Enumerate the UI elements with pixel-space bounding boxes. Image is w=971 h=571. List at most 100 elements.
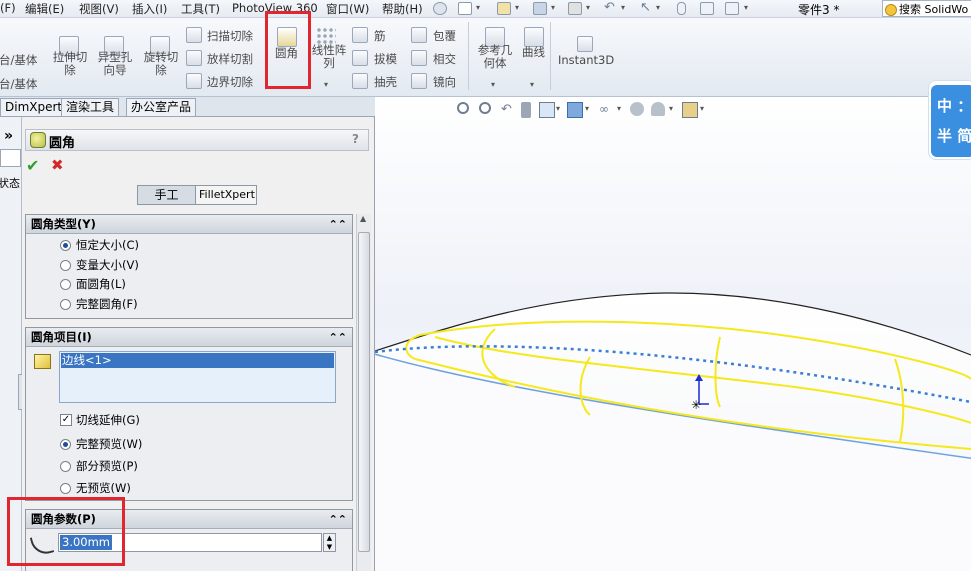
menu-edit[interactable]: 编辑(E) xyxy=(25,1,64,17)
menu-bar: (F) 编辑(E) 视图(V) 插入(I) 工具(T) PhotoView 36… xyxy=(0,0,971,18)
radio-icon[interactable] xyxy=(60,299,71,310)
chevron-down-icon[interactable]: ▾ xyxy=(324,80,328,89)
search-input[interactable]: 搜索 SolidWo xyxy=(882,0,971,17)
menu-help[interactable]: 帮助(H) xyxy=(382,1,423,17)
draft-icon[interactable] xyxy=(352,50,368,66)
menu-tools[interactable]: 工具(T) xyxy=(181,1,220,17)
instant3d-button[interactable]: Instant3D xyxy=(558,53,614,67)
open-folder-icon[interactable] xyxy=(497,2,511,15)
extrude-cut-button[interactable]: 拉伸切 除 xyxy=(51,51,89,77)
menu-insert[interactable]: 插入(I) xyxy=(132,1,167,17)
menu-view[interactable]: 视图(V) xyxy=(79,1,119,17)
hole-wizard-button[interactable]: 异型孔 向导 xyxy=(95,51,135,77)
ok-button[interactable]: ✔ xyxy=(26,156,39,175)
edge-selection-icon xyxy=(34,354,51,369)
fillet-icon xyxy=(30,132,46,148)
chevron-down-icon[interactable]: ▾ xyxy=(491,80,495,89)
shell-icon[interactable] xyxy=(352,73,368,89)
file-properties-icon[interactable] xyxy=(700,2,714,15)
expand-panel-button[interactable]: » xyxy=(4,128,13,144)
list-item[interactable]: 边线<1> xyxy=(61,353,334,368)
graphics-viewport[interactable]: ↶ ▾ ▾ ∞ ▾ ▾ ▾ ✳ xyxy=(375,97,971,571)
checkmark-icon[interactable]: ✓ xyxy=(60,414,72,426)
lofted-cut-icon[interactable] xyxy=(186,50,202,66)
curves-button[interactable]: 曲线 xyxy=(522,44,545,60)
boss-base-label[interactable]: 台/基体 xyxy=(0,52,37,68)
save-icon[interactable] xyxy=(533,2,547,15)
chevron-down-icon[interactable]: ▾ xyxy=(744,3,748,12)
radio-icon[interactable] xyxy=(60,279,71,290)
rib-button[interactable]: 筋 xyxy=(374,28,386,44)
shell-button[interactable]: 抽壳 xyxy=(374,74,397,90)
fillet-property-manager: 圆角 ? ✔ ✖ 手工 FilletXpert 圆角类型(Y) ⌃⌃ 恒定大小(C… xyxy=(7,117,375,571)
ime-widget-body: 中 ： 半 简 xyxy=(931,85,971,157)
chevron-down-icon[interactable]: ▾ xyxy=(476,3,480,12)
menu-file[interactable]: (F) xyxy=(0,1,16,15)
ime-widget[interactable]: 中 ： 半 简 xyxy=(928,80,971,160)
ime-line-1: 中 ： xyxy=(937,97,971,115)
tab-dimxpert[interactable]: DimXpert xyxy=(0,98,68,116)
collapse-icon[interactable]: ⌃⌃ xyxy=(329,511,347,529)
part-model[interactable]: ✳ xyxy=(375,97,971,571)
collapse-icon[interactable]: ⌃⌃ xyxy=(329,216,347,234)
revolve-cut-button[interactable]: 旋转切 除 xyxy=(141,51,181,77)
intersect-icon[interactable] xyxy=(411,50,427,66)
fillet-items-group: 圆角项目(I) ⌃⌃ 边线<1> ✓ 切线延伸(G) 完整预览(W) 部分预览(P)… xyxy=(25,327,353,501)
pm-scrollbar[interactable]: ▲ xyxy=(356,214,371,571)
reference-geometry-button[interactable]: 参考几 何体 xyxy=(475,44,515,70)
pin-icon[interactable] xyxy=(433,2,447,15)
rebuild-icon[interactable] xyxy=(677,2,686,15)
rib-icon[interactable] xyxy=(352,27,368,43)
radio-icon[interactable] xyxy=(60,260,71,271)
chevron-down-icon[interactable]: ▾ xyxy=(656,3,660,12)
radio-icon[interactable] xyxy=(60,439,71,450)
pm-title: 圆角 xyxy=(49,136,76,151)
intersect-button[interactable]: 相交 xyxy=(433,51,456,67)
ribbon-divider xyxy=(550,22,551,90)
chevron-down-icon[interactable]: ▾ xyxy=(530,80,534,89)
chevron-down-icon[interactable]: ▾ xyxy=(586,3,590,12)
radio-icon[interactable] xyxy=(60,240,71,251)
boundary-cut-button[interactable]: 边界切除 xyxy=(207,74,253,90)
cancel-button[interactable]: ✖ xyxy=(51,156,64,174)
linear-pattern-button[interactable]: 线性阵 列 xyxy=(311,44,347,70)
print-icon[interactable] xyxy=(568,2,582,15)
options-icon[interactable] xyxy=(725,2,739,15)
swept-cut-icon[interactable] xyxy=(186,27,202,43)
undo-icon[interactable]: ↶ xyxy=(604,0,618,15)
draft-button[interactable]: 拔模 xyxy=(374,51,397,67)
edge-selection-list[interactable]: 边线<1> xyxy=(59,351,336,403)
radio-icon[interactable] xyxy=(60,461,71,472)
radio-icon[interactable] xyxy=(60,483,71,494)
collapse-icon[interactable]: ⌃⌃ xyxy=(329,329,347,347)
fillet-type-header[interactable]: 圆角类型(Y) ⌃⌃ xyxy=(26,215,352,234)
chevron-down-icon[interactable]: ▾ xyxy=(551,3,555,12)
scroll-up-icon[interactable]: ▲ xyxy=(360,214,366,223)
help-icon[interactable]: ? xyxy=(352,132,359,146)
tab-filletxpert[interactable]: FilletXpert xyxy=(199,186,255,204)
origin-icon: ✳ xyxy=(691,398,701,412)
tab-manual[interactable]: 手工 xyxy=(138,186,196,204)
scrollbar-thumb[interactable] xyxy=(358,232,370,552)
chevron-down-icon[interactable]: ▾ xyxy=(515,3,519,12)
chevron-down-icon[interactable]: ▾ xyxy=(621,3,625,12)
instant3d-icon[interactable] xyxy=(577,36,593,52)
select-arrow-icon[interactable]: ↖ xyxy=(640,0,654,15)
tab-office-products[interactable]: 办公室产品 xyxy=(126,98,197,116)
mode-switcher: 手工 FilletXpert xyxy=(137,185,257,205)
document-title: 零件3 * xyxy=(798,3,840,17)
new-file-icon[interactable] xyxy=(458,2,472,15)
swept-cut-button[interactable]: 扫描切除 xyxy=(207,28,253,44)
boundary-cut-icon[interactable] xyxy=(186,73,202,89)
radius-stepper[interactable]: ▲ ▼ xyxy=(323,533,336,552)
mirror-icon[interactable] xyxy=(411,73,427,89)
fillet-items-header[interactable]: 圆角项目(I) ⌃⌃ xyxy=(26,328,352,347)
tab-render-tools[interactable]: 渲染工具 xyxy=(61,98,120,116)
menu-window[interactable]: 窗口(W) xyxy=(326,1,369,17)
lofted-cut-button[interactable]: 放样切割 xyxy=(207,51,253,67)
wrap-icon[interactable] xyxy=(411,27,427,43)
tree-filter-field[interactable] xyxy=(0,149,21,167)
boss-base-label[interactable]: 台/基体 xyxy=(0,76,37,92)
mirror-button[interactable]: 镜向 xyxy=(433,74,456,90)
wrap-button[interactable]: 包覆 xyxy=(433,28,456,44)
